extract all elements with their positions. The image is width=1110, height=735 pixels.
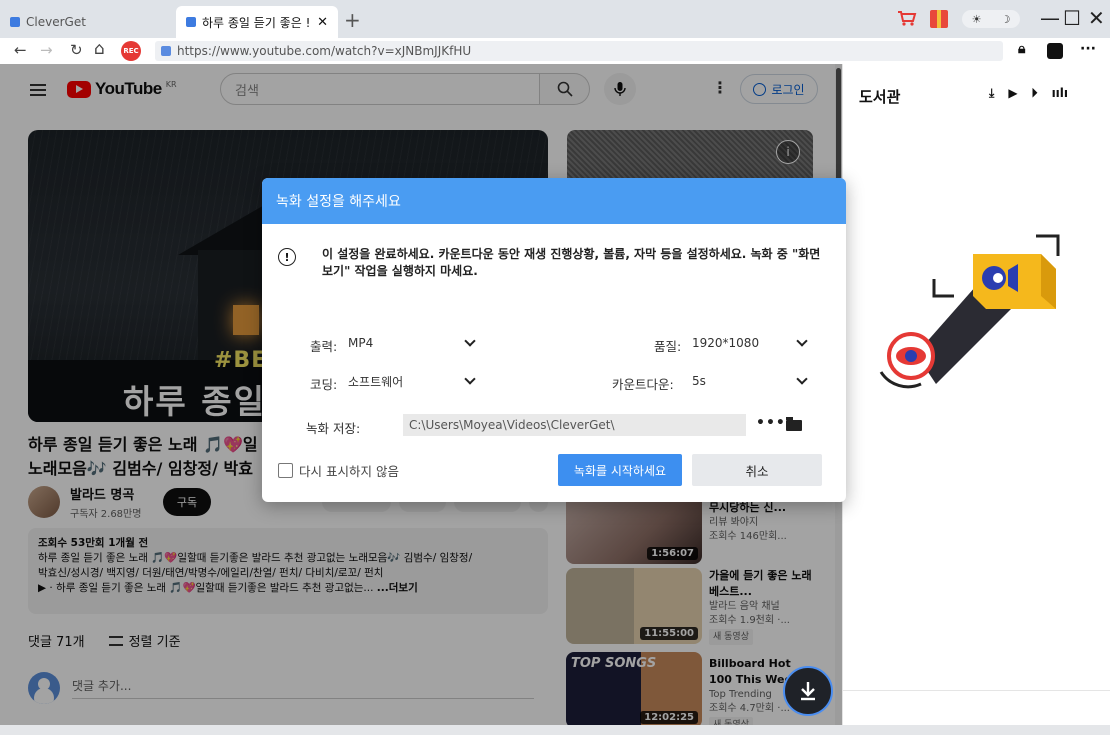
save-path-value: C:\Users\Moyea\Videos\CleverGet\ xyxy=(409,418,615,432)
lock-icon[interactable]: 🔒︎ xyxy=(1018,41,1025,57)
record-panel-icon[interactable] xyxy=(1047,43,1063,59)
dialog-message: 이 설정을 완료하세요. 카운트다운 동안 재생 진행상황, 볼륨, 자막 등을… xyxy=(322,247,821,278)
maximize-button[interactable]: ☐ xyxy=(1063,6,1081,30)
countdown-label: 카운트다운: xyxy=(612,377,674,392)
downloaded-tab-icon[interactable]: ⤓ xyxy=(989,86,994,101)
moon-icon: ☽ xyxy=(1000,12,1011,26)
address-bar[interactable]: https://www.youtube.com/watch?v=xJNBmJJK… xyxy=(155,41,1003,61)
recording-settings-dialog: 녹화 설정을 해주세요 ! 이 설정을 완료하세요. 카운트다운 동안 재생 진… xyxy=(262,178,846,502)
checkbox[interactable] xyxy=(278,463,293,478)
cancel-button[interactable]: 취소 xyxy=(692,454,822,486)
chevron-down-icon xyxy=(464,372,476,385)
quality-value: 1920*1080 xyxy=(692,336,760,350)
library-panel: 도서관 ⤓ ▶ ⏵ ıılı xyxy=(842,64,1110,725)
library-tools: ⤓ ▶ ⏵ ıılı xyxy=(989,86,1068,101)
download-button[interactable] xyxy=(783,666,833,716)
page-favicon-icon xyxy=(186,17,196,27)
close-window-button[interactable]: ✕ xyxy=(1088,6,1105,30)
library-title: 도서관 xyxy=(859,88,901,106)
quality-label: 품질: xyxy=(654,339,682,354)
warning-icon: ! xyxy=(278,248,296,266)
recording-illustration-icon xyxy=(879,234,1060,389)
site-info-icon xyxy=(161,46,171,56)
recording-tab-icon[interactable]: ⏵ xyxy=(1032,86,1038,101)
save-path-field[interactable]: C:\Users\Moyea\Videos\CleverGet\ xyxy=(403,414,746,436)
output-value: MP4 xyxy=(348,336,374,350)
countdown-select[interactable]: 5s xyxy=(690,368,814,394)
countdown-value: 5s xyxy=(692,374,706,388)
sun-icon: ☀ xyxy=(971,12,982,26)
tab-youtube-video[interactable]: 하루 종일 듣기 좋은 ! ✕ xyxy=(176,6,338,38)
more-menu-button[interactable]: ··· xyxy=(1080,41,1096,57)
tab-bar: CleverGet 하루 종일 듣기 좋은 ! ✕ + ☀ ☽ — ☐ ✕ xyxy=(0,0,1110,38)
theme-toggle[interactable]: ☀ ☽ xyxy=(962,10,1020,28)
coding-label: 코딩: xyxy=(310,377,338,392)
url-text: https://www.youtube.com/watch?v=xJNBmJJK… xyxy=(177,44,472,58)
status-bar xyxy=(0,725,1110,735)
gift-icon[interactable] xyxy=(930,10,948,28)
reload-button[interactable]: ↻ xyxy=(70,41,83,59)
cleverget-favicon-icon xyxy=(10,17,20,27)
audio-tab-icon[interactable]: ıılı xyxy=(1052,86,1068,101)
folder-icon[interactable] xyxy=(786,417,802,431)
forward-button[interactable]: → xyxy=(40,41,53,59)
coding-select[interactable]: 소프트웨어 xyxy=(346,368,482,394)
tab-label: 하루 종일 듣기 좋은 ! xyxy=(202,15,311,30)
dialog-title: 녹화 설정을 해주세요 xyxy=(262,178,846,224)
browse-button[interactable]: ••• xyxy=(756,415,786,431)
minimize-button[interactable]: — xyxy=(1040,6,1060,30)
chevron-down-icon xyxy=(464,334,476,347)
download-icon xyxy=(801,682,815,701)
record-button[interactable]: REC xyxy=(121,41,141,61)
start-recording-button[interactable]: 녹화를 시작하세요 xyxy=(558,454,682,486)
home-button[interactable]: ⌂ xyxy=(94,39,105,59)
new-tab-button[interactable]: + xyxy=(344,8,361,32)
tab-close-icon[interactable]: ✕ xyxy=(317,15,328,30)
dont-show-again-label: 다시 표시하지 않음 xyxy=(299,464,399,479)
chevron-down-icon xyxy=(796,372,808,385)
chevron-down-icon xyxy=(796,334,808,347)
dont-show-again-checkbox[interactable]: 다시 표시하지 않음 xyxy=(278,461,399,480)
back-button[interactable]: ← xyxy=(14,41,27,59)
cart-icon[interactable] xyxy=(897,10,917,26)
video-tab-icon[interactable]: ▶ xyxy=(1008,86,1017,101)
quality-select[interactable]: 1920*1080 xyxy=(690,330,814,356)
save-location-label: 녹화 저장: xyxy=(306,421,361,436)
output-label: 출력: xyxy=(310,339,338,354)
tab-cleverget[interactable]: CleverGet xyxy=(0,6,170,38)
coding-value: 소프트웨어 xyxy=(348,374,404,389)
tab-label: CleverGet xyxy=(26,15,86,29)
output-select[interactable]: MP4 xyxy=(346,330,482,356)
